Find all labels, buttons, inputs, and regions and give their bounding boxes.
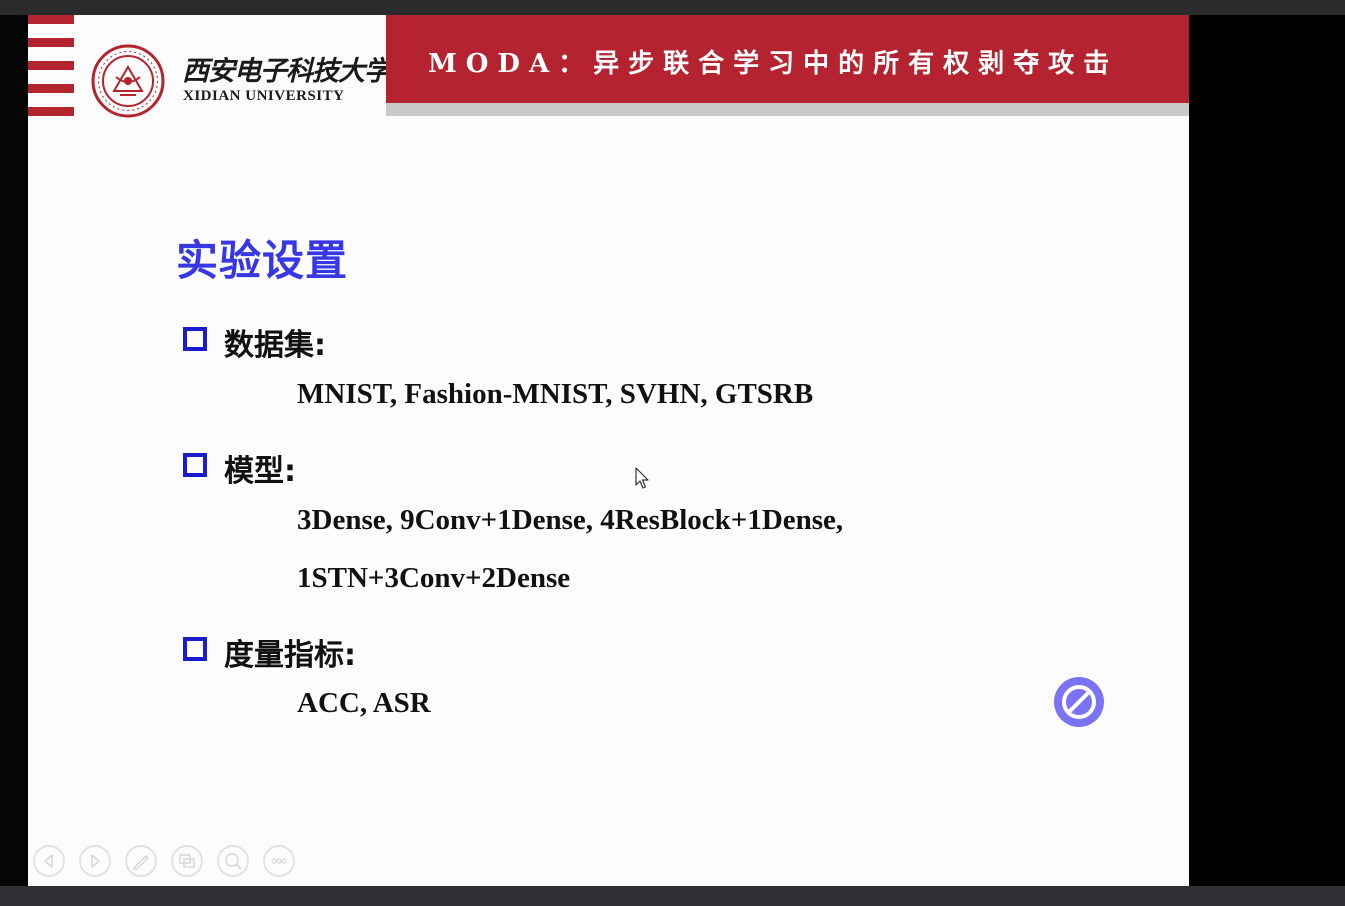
title-underbar [386,103,1189,116]
next-slide-icon [91,854,100,868]
square-bullet-icon [183,327,207,351]
bullet-datasets: 数据集: [183,320,326,364]
zoom-icon [225,853,242,870]
title-banner: MODA：异步联合学习中的所有权剥夺攻击 [386,15,1189,103]
no-entry-icon[interactable] [1054,677,1104,727]
section-heading: 实验设置 [176,236,349,285]
previous-slide-button[interactable] [33,845,65,877]
square-bullet-icon [183,637,207,661]
slide: 西安电子科技大学 XIDIAN UNIVERSITY MODA：异步联合学习中的… [28,15,1189,886]
previous-slide-icon [44,854,53,868]
more-options-button[interactable] [263,845,295,877]
bullet-label: 模型: [224,454,296,489]
slide-overview-button[interactable] [171,845,203,877]
zoom-button[interactable] [217,845,249,877]
window-bottom-bar [0,886,1345,906]
university-name-en: XIDIAN UNIVERSITY [183,88,345,104]
pen-button[interactable] [125,845,157,877]
left-letterbox [0,15,28,886]
next-slide-button[interactable] [79,845,111,877]
presentation-title: MODA：异步联合学习中的所有权剥夺攻击 [428,49,1119,79]
slide-overview-icon [179,854,195,868]
more-options-icon [271,858,287,864]
bullet-label: 度量指标: [224,638,356,673]
square-bullet-icon [183,453,207,477]
header-stripes [28,15,74,118]
university-name-cn: 西安电子科技大学 [182,56,391,87]
bullet-label: 数据集: [224,328,326,363]
metrics-list: ACC, ASR [297,687,431,719]
pen-icon [133,855,149,870]
models-list-line-2: 1STN+3Conv+2Dense [297,562,571,594]
bullet-models: 模型: [183,446,296,490]
university-logo: 西安电子科技大学 XIDIAN UNIVERSITY [90,41,391,121]
university-seal-icon [91,44,165,118]
right-letterbox [1189,15,1345,886]
slideshow-controls [33,845,313,881]
datasets-list: MNIST, Fashion-MNIST, SVHN, GTSRB [297,378,814,410]
bullet-metrics: 度量指标: [183,630,356,674]
models-list-line-1: 3Dense, 9Conv+1Dense, 4ResBlock+1Dense, [297,504,844,536]
window-top-bar [0,0,1345,15]
mouse-pointer-icon [635,467,649,489]
